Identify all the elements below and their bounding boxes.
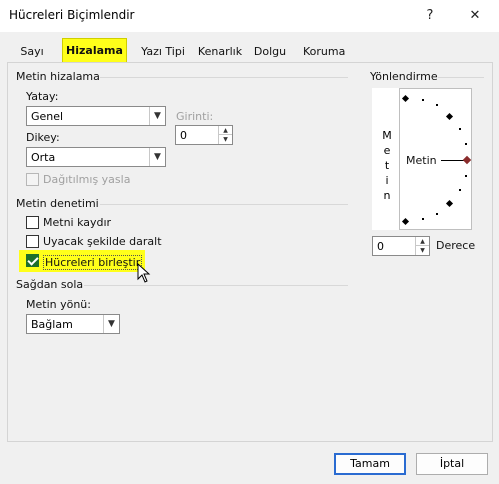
text-control-title: Metin denetimi (16, 197, 99, 210)
vertical-label: Dikey: (26, 131, 60, 144)
dial-mark (459, 128, 461, 130)
degree-value: 0 (377, 240, 384, 253)
degree-spinner[interactable]: 0 ▲ ▼ (372, 236, 430, 256)
group-divider (100, 77, 348, 78)
text-direction-select[interactable]: Bağlam ▼ (26, 314, 120, 334)
chevron-down-icon[interactable]: ▼ (149, 148, 165, 166)
spin-up-icon[interactable]: ▲ (415, 237, 429, 246)
dial-mark (436, 104, 438, 106)
tab-font[interactable]: Yazı Tipi (134, 42, 192, 62)
merge-cells-checkbox[interactable] (26, 254, 39, 267)
dial-mark (436, 213, 438, 215)
vertical-text-letters: M e t i n (382, 129, 392, 202)
indent-label: Girinti: (176, 110, 214, 123)
mouse-cursor-icon (137, 263, 151, 283)
orientation-pointer-line (441, 160, 465, 161)
rtl-title: Sağdan sola (16, 278, 84, 291)
cancel-button[interactable]: İptal (416, 453, 488, 475)
format-cells-dialog: Hücreleri Biçimlendir ? ✕ Sayı Hizalama … (0, 0, 499, 484)
group-divider (100, 204, 348, 205)
vertical-text-button[interactable]: M e t i n (372, 88, 400, 230)
tab-protection[interactable]: Koruma (303, 42, 345, 62)
merge-cells-label: Hücreleri birleştir (43, 255, 143, 270)
indent-spinner[interactable]: 0 ▲ ▼ (175, 125, 233, 145)
orientation-title: Yönlendirme (370, 70, 438, 83)
title-bar: Hücreleri Biçimlendir ? ✕ (0, 0, 499, 32)
ok-button[interactable]: Tamam (334, 453, 406, 475)
group-divider (84, 285, 348, 286)
shrink-to-fit-checkbox[interactable] (26, 235, 39, 248)
tab-number[interactable]: Sayı (17, 42, 47, 62)
tab-border[interactable]: Kenarlık (193, 42, 247, 62)
spin-down-icon[interactable]: ▼ (218, 135, 232, 144)
distributed-label: Dağıtılmış yasla (43, 173, 131, 186)
group-divider (438, 77, 484, 78)
indent-value: 0 (180, 129, 187, 142)
chevron-down-icon[interactable]: ▼ (149, 107, 165, 125)
tab-fill[interactable]: Dolgu (252, 42, 288, 62)
wrap-text-label: Metni kaydır (43, 216, 112, 229)
dial-mark (465, 175, 467, 177)
tab-strip: Sayı Hizalama Yazı Tipi Kenarlık Dolgu K… (7, 38, 493, 64)
horizontal-label: Yatay: (26, 90, 59, 103)
degree-label: Derece (436, 239, 476, 252)
text-direction-label: Metin yönü: (26, 298, 91, 311)
chevron-down-icon[interactable]: ▼ (103, 315, 119, 333)
dialog-title: Hücreleri Biçimlendir (9, 8, 135, 22)
spin-up-icon[interactable]: ▲ (218, 126, 232, 135)
close-icon[interactable]: ✕ (465, 6, 485, 26)
text-direction-value: Bağlam (31, 318, 73, 331)
dial-mark (422, 218, 424, 220)
shrink-to-fit-label: Uyacak şekilde daralt (43, 235, 162, 248)
orientation-text: Metin (406, 154, 437, 167)
wrap-text-checkbox[interactable] (26, 216, 39, 229)
horizontal-value: Genel (31, 110, 64, 123)
help-icon[interactable]: ? (420, 6, 440, 26)
spin-down-icon[interactable]: ▼ (415, 246, 429, 255)
dial-mark (422, 99, 424, 101)
tab-alignment[interactable]: Hizalama (62, 38, 127, 64)
vertical-value: Orta (31, 151, 56, 164)
distributed-checkbox[interactable] (26, 173, 39, 186)
dial-mark (465, 143, 467, 145)
vertical-select[interactable]: Orta ▼ (26, 147, 166, 167)
text-alignment-title: Metin hizalama (16, 70, 100, 83)
horizontal-select[interactable]: Genel ▼ (26, 106, 166, 126)
dial-mark (459, 189, 461, 191)
